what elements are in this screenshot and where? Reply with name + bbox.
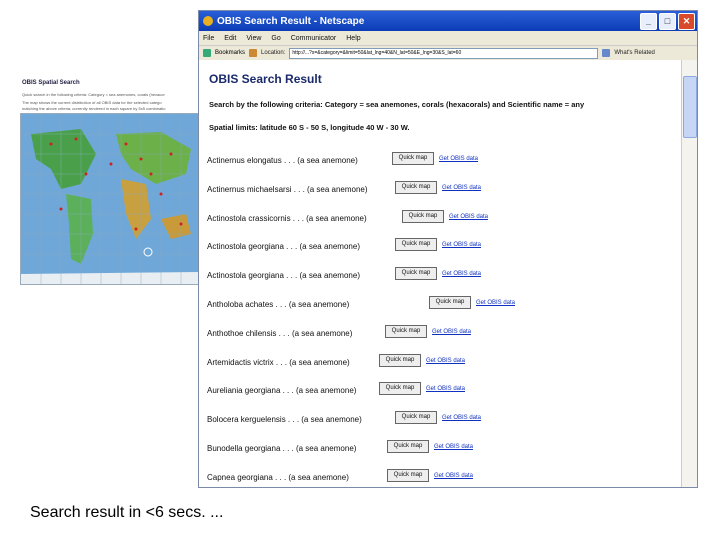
- menu-help[interactable]: Help: [346, 35, 360, 42]
- menu-file[interactable]: File: [203, 35, 214, 42]
- menu-bar: File Edit View Go Communicator Help: [199, 31, 697, 46]
- get-obis-data-link[interactable]: Get OBIS data: [432, 329, 471, 335]
- scrollbar-thumb[interactable]: [683, 76, 697, 138]
- get-obis-data-link[interactable]: Get OBIS data: [442, 242, 481, 248]
- window-titlebar[interactable]: OBIS Search Result - Netscape _ □ ✕: [199, 11, 697, 31]
- species-name: Actinostola georgiana . . . (a sea anemo…: [207, 271, 360, 281]
- location-toolbar: Bookmarks Location: http://...?x=&catego…: [199, 46, 697, 61]
- menu-communicator[interactable]: Communicator: [291, 35, 337, 42]
- search-criteria: Search by the following criteria: Catego…: [209, 100, 585, 109]
- quick-map-button[interactable]: Quick map: [385, 324, 427, 338]
- page-content: OBIS Search Result Search by the followi…: [199, 60, 681, 487]
- location-label: Location:: [261, 50, 286, 56]
- get-obis-data-link[interactable]: Get OBIS data: [476, 300, 515, 306]
- species-name: Bunodella georgiana . . . (a sea anemone…: [207, 444, 357, 453]
- get-obis-data-link[interactable]: Get OBIS data: [426, 358, 465, 364]
- get-obis-data-link[interactable]: Get OBIS data: [426, 386, 465, 392]
- species-name: Aureliania georgiana . . . (a sea anemon…: [207, 386, 357, 396]
- page-title: OBIS Search Result: [209, 72, 322, 86]
- maximize-button[interactable]: □: [659, 12, 676, 30]
- bookmark-icon: [203, 49, 211, 57]
- quick-map-button[interactable]: Quick map: [395, 267, 437, 281]
- close-button[interactable]: ✕: [678, 12, 695, 30]
- background-page-text-1: Quick search in the following criteria: …: [22, 92, 165, 97]
- quick-map-button[interactable]: Quick map: [379, 382, 421, 396]
- species-row: Artemidactis victrix . . . (a sea anemon…: [207, 353, 677, 372]
- menu-go[interactable]: Go: [271, 35, 280, 42]
- species-row: Actinernus michaelsarsi . . . (a sea ane…: [207, 180, 677, 199]
- species-name: Actinostola crassicornis . . . (a sea an…: [207, 213, 367, 223]
- menu-edit[interactable]: Edit: [224, 35, 236, 42]
- background-page-text-3: matching the above criteria; currently r…: [22, 106, 166, 111]
- quick-map-button[interactable]: Quick map: [395, 411, 437, 425]
- world-map-image: [21, 114, 199, 284]
- spatial-limits: Spatial limits: latitude 60 S - 50 S, lo…: [209, 123, 410, 132]
- quick-map-button[interactable]: Quick map: [429, 296, 471, 309]
- species-name: Anthothoe chilensis . . . (a sea anemone…: [207, 328, 353, 338]
- quick-map-button[interactable]: Quick map: [387, 440, 429, 453]
- species-name: Actinernus michaelsarsi . . . (a sea ane…: [207, 184, 368, 194]
- species-row: Antholoba achates . . . (a sea anemone) Q…: [207, 296, 677, 314]
- quick-map-button[interactable]: Quick map: [379, 353, 421, 367]
- get-obis-data-link[interactable]: Get OBIS data: [442, 271, 481, 277]
- species-name: Antholoba achates . . . (a sea anemone): [207, 300, 350, 309]
- minimize-button[interactable]: _: [640, 12, 657, 30]
- location-field[interactable]: http://...?x=&category=&limit=50&lat_lng…: [289, 47, 599, 59]
- species-row: Actinostola crassicornis . . . (a sea an…: [207, 209, 677, 228]
- species-name: Artemidactis victrix . . . (a sea anemon…: [207, 357, 350, 367]
- world-distribution-map[interactable]: [20, 113, 200, 285]
- vertical-scrollbar[interactable]: [681, 60, 697, 487]
- species-name: Capnea georgiana . . . (a sea anemone): [207, 472, 349, 482]
- species-row: Actinernus elongatus . . . (a sea anemon…: [207, 152, 677, 170]
- location-icon: [249, 49, 258, 57]
- species-name: Bolocera kerguelensis . . . (a sea anemo…: [207, 415, 362, 425]
- quick-map-button[interactable]: Quick map: [387, 468, 429, 482]
- get-obis-data-link[interactable]: Get OBIS data: [434, 444, 473, 450]
- netscape-icon: [203, 16, 213, 26]
- species-row: Aureliania georgiana . . . (a sea anemon…: [207, 382, 677, 400]
- window-title: OBIS Search Result - Netscape: [217, 15, 365, 27]
- get-obis-data-link[interactable]: Get OBIS data: [434, 473, 473, 479]
- background-page-text-2: The map shows the current distribution o…: [22, 100, 162, 105]
- slide-caption: Search result in <6 secs. ...: [30, 504, 224, 521]
- background-page-title: OBIS Spatial Search: [22, 80, 80, 86]
- species-row: Actinostola georgiana . . . (a sea anemo…: [207, 267, 677, 285]
- species-name: Actinernus elongatus . . . (a sea anemon…: [207, 156, 358, 165]
- get-obis-data-link[interactable]: Get OBIS data: [442, 185, 481, 191]
- get-obis-data-link[interactable]: Get OBIS data: [449, 214, 488, 220]
- quick-map-button[interactable]: Quick map: [402, 209, 444, 223]
- whats-related-button[interactable]: What's Related: [614, 50, 655, 56]
- species-name: Actinostola georgiana . . . (a sea anemo…: [207, 242, 360, 252]
- get-obis-data-link[interactable]: Get OBIS data: [439, 156, 478, 162]
- get-obis-data-link[interactable]: Get OBIS data: [442, 415, 481, 421]
- bookmarks-button[interactable]: Bookmarks: [215, 50, 245, 56]
- species-row: Capnea georgiana . . . (a sea anemone) Qu…: [207, 468, 677, 487]
- species-row: Bolocera kerguelensis . . . (a sea anemo…: [207, 411, 677, 429]
- related-icon: [602, 49, 611, 57]
- species-row: Actinostola georgiana . . . (a sea anemo…: [207, 238, 677, 256]
- species-row: Anthothoe chilensis . . . (a sea anemone…: [207, 324, 677, 343]
- browser-window: OBIS Search Result - Netscape _ □ ✕ File…: [198, 10, 698, 488]
- species-row: Bunodella georgiana . . . (a sea anemone…: [207, 440, 677, 458]
- quick-map-button[interactable]: Quick map: [395, 180, 437, 194]
- quick-map-button[interactable]: Quick map: [392, 152, 434, 165]
- quick-map-button[interactable]: Quick map: [395, 238, 437, 252]
- menu-view[interactable]: View: [246, 35, 261, 42]
